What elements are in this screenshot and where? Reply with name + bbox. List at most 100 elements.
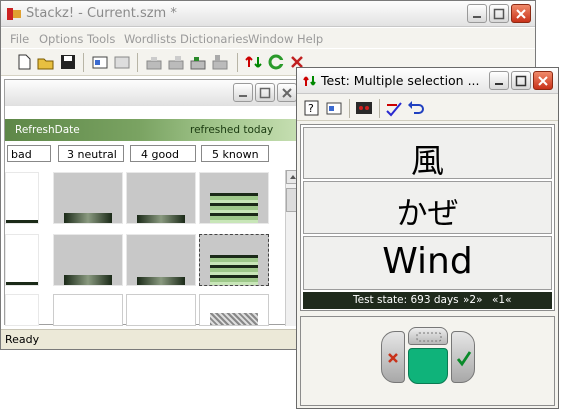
meaning-text: Wind [382,241,473,282]
toolbar-separator [349,99,350,118]
menu-options[interactable]: Options [39,32,83,46]
toolbar-separator [83,53,84,72]
show-answer-button[interactable] [408,348,448,384]
stack-fill [6,220,38,223]
stack-icon-1[interactable] [145,53,163,71]
checklist-icon[interactable] [385,99,403,117]
menu-dictionaries[interactable]: Dictionaries [180,32,248,46]
refresh-icon[interactable] [267,53,285,71]
child-maximize-button[interactable] [255,83,275,102]
minimize-button[interactable] [467,4,487,23]
stack-cell[interactable] [53,294,123,326]
menu-help[interactable]: Help [297,32,323,46]
category-known[interactable]: 5 known [201,145,269,162]
stack-cell[interactable] [5,172,39,224]
test-maximize-button[interactable] [511,71,531,90]
stack-fill [6,282,38,285]
category-neutral[interactable]: 3 neutral [58,145,124,162]
child-close-button[interactable] [277,83,297,102]
save-icon[interactable] [59,53,77,71]
stack-fill [137,277,185,285]
undo-icon[interactable] [407,99,425,117]
close-button[interactable] [511,4,531,23]
category-good[interactable]: 4 good [130,145,196,162]
wordlist-window: RefreshDate refreshed today bad 3 neutra… [4,79,304,326]
test-app-icon [303,76,316,86]
kana-text: かぜ [396,196,459,232]
reject-button[interactable] [381,331,405,383]
app-icon [7,8,21,20]
menu-window[interactable]: Window [248,32,293,46]
answer-panel [300,316,555,406]
unsure-button[interactable] [408,327,448,345]
toolbar-separator [379,99,380,118]
close-icon [516,9,526,19]
test-titlebar[interactable]: Test: Multiple selection ... [297,68,558,94]
properties-icon[interactable] [325,99,343,117]
mask-icon[interactable] [355,99,373,117]
category-label: 5 known [212,148,259,161]
stack-fill [210,255,258,285]
stack-cell-selected[interactable] [199,234,269,286]
test-title: Test: Multiple selection ... [321,73,480,88]
swap-icon[interactable] [245,53,263,71]
maximize-icon [515,75,527,87]
maximize-button[interactable] [489,4,509,23]
kana-panel: かぜ [303,181,552,234]
maximize-icon [493,8,505,20]
stack-add-icon[interactable] [189,53,207,71]
child-minimize-button[interactable] [233,83,253,102]
accept-button[interactable] [451,331,475,383]
category-bad[interactable]: bad [7,145,51,162]
card-frame: 風 かぜ Wind Test state: 693 days »2» «1« [300,124,555,311]
stack-cell[interactable] [53,172,123,224]
new-file-icon[interactable] [15,53,33,71]
menu-wordlists[interactable]: Wordlists [124,32,176,46]
close-icon [282,88,292,98]
refresh-header: RefreshDate refreshed today [5,119,303,141]
checkmark-icon [456,351,472,367]
stack-icon-2[interactable] [167,53,185,71]
test-state-bar: Test state: 693 days »2» «1« [303,292,552,309]
toolbar-separator [237,53,238,72]
stack-icon-3[interactable] [211,53,229,71]
menubar: File Options Tools Wordlists Dictionarie… [1,28,535,48]
test-close-button[interactable] [533,71,553,90]
category-label: 3 neutral [67,148,117,161]
open-folder-icon[interactable] [37,53,55,71]
wordlist-titlebar[interactable] [5,80,303,106]
minimize-icon [473,16,481,18]
stack-cell[interactable] [126,294,196,326]
stack-fill [64,213,112,223]
close-icon [538,76,548,86]
properties-icon[interactable] [91,53,109,71]
toolbar-separator [137,53,138,72]
test-window: Test: Multiple selection ... ? 風 かぜ Wind… [296,67,559,409]
stack-fill [64,275,112,285]
status-text: Ready [5,333,40,346]
stack-cell[interactable] [126,234,196,286]
refresh-date-label: RefreshDate [15,124,80,136]
stack-cell[interactable] [5,234,39,286]
kanji-panel: 風 [303,127,552,180]
stack-cell[interactable] [5,294,39,326]
main-titlebar[interactable]: Stackz! - Current.szm * [1,1,535,27]
menu-tools[interactable]: Tools [87,32,115,46]
help-icon[interactable]: ? [303,99,321,117]
stack-cell[interactable] [126,172,196,224]
test-minimize-button[interactable] [489,71,509,90]
next-stack-indicator[interactable]: »2» [463,294,483,306]
refreshed-today-label: refreshed today [190,124,274,136]
stack-fill [210,193,258,223]
stack-cell[interactable] [199,294,269,326]
dots-icon [416,332,442,342]
test-toolbar: ? [297,95,558,121]
menu-file[interactable]: File [10,32,29,46]
stack-cell[interactable] [199,172,269,224]
window-icon[interactable] [113,53,131,71]
maximize-icon [259,87,271,99]
stack-cell[interactable] [53,234,123,286]
prev-stack-indicator[interactable]: «1« [492,294,512,306]
svg-text:?: ? [308,102,314,115]
stack-fill [210,313,258,325]
